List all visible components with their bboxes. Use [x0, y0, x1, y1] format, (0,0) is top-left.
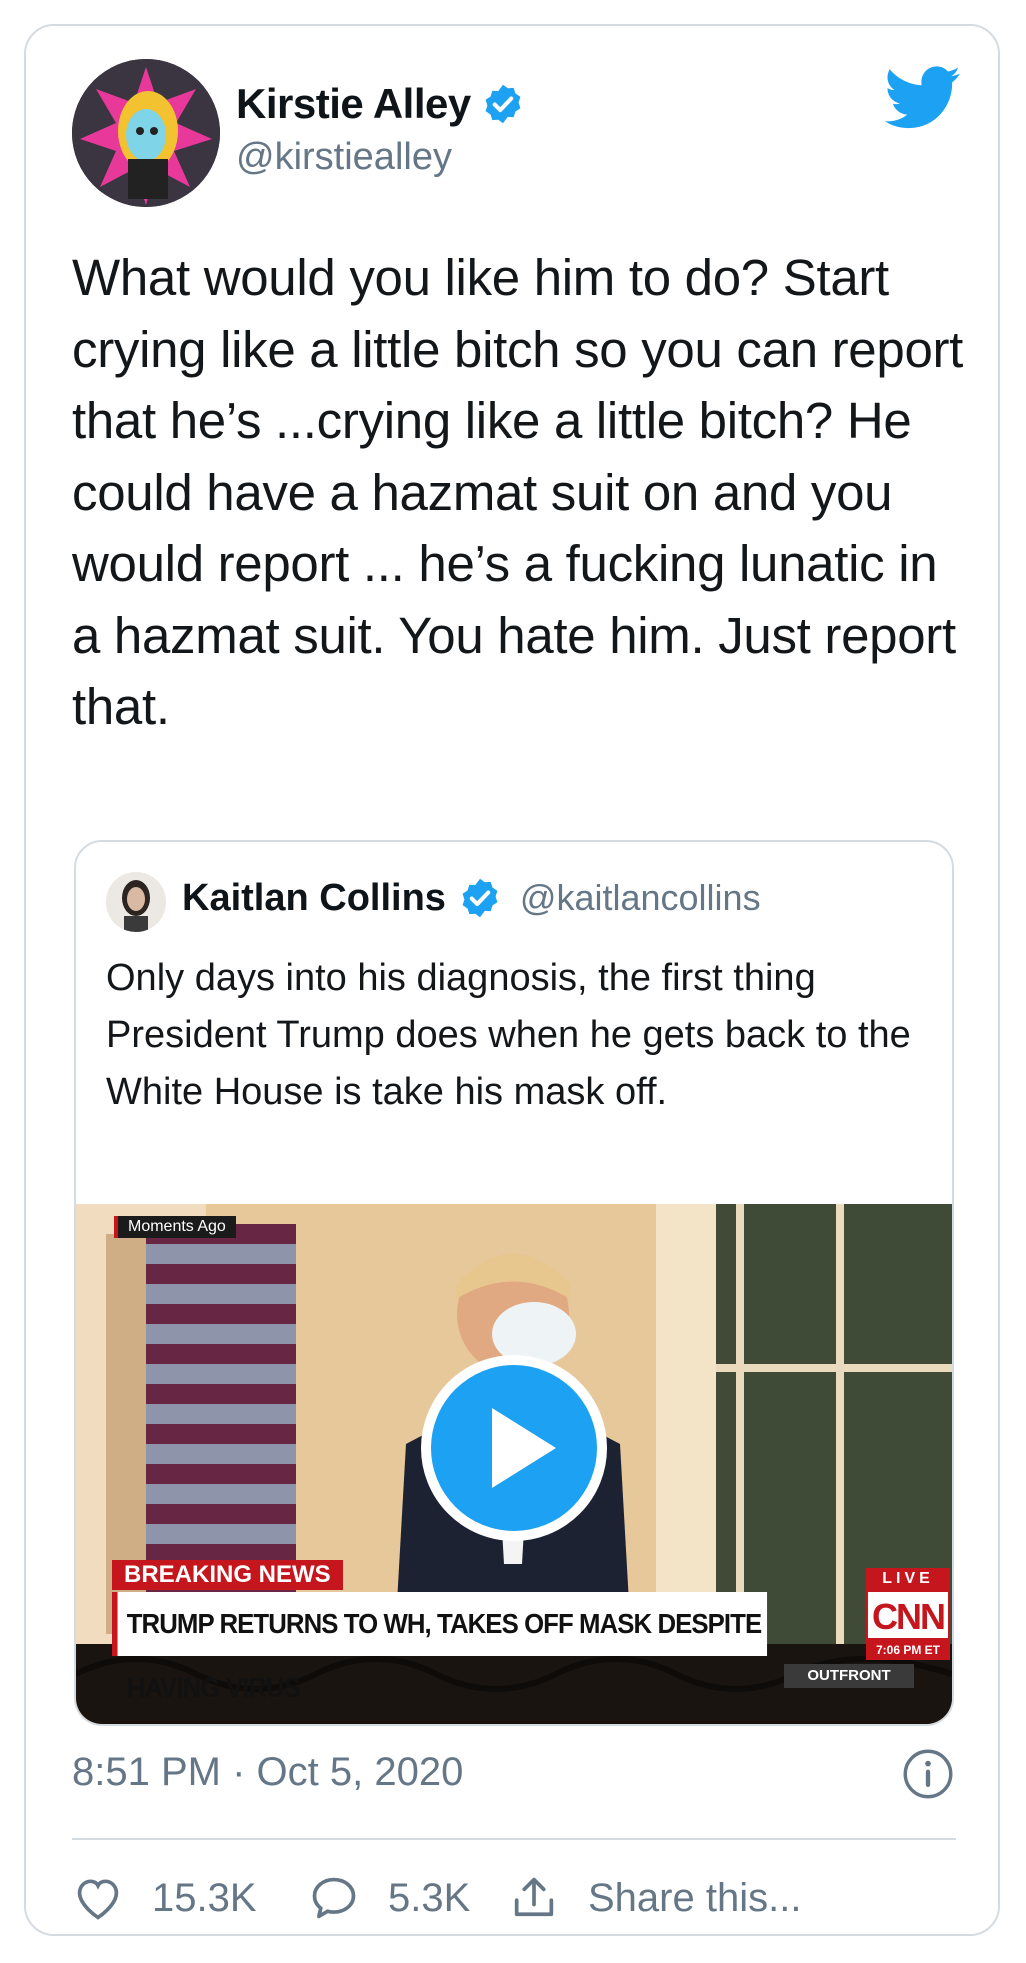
quoted-handle[interactable]: @kaitlancollins: [520, 877, 761, 919]
breaking-news-label: BREAKING NEWS: [112, 1560, 343, 1590]
news-lower-third: BREAKING NEWS TRUMP RETURNS TO WH, TAKES…: [112, 1560, 950, 1703]
live-label: LIVE: [866, 1568, 950, 1590]
cnn-logo: CNN: [866, 1590, 950, 1640]
share-button[interactable]: Share this...: [508, 1872, 801, 1924]
news-headline: TRUMP RETURNS TO WH, TAKES OFF MASK DESP…: [112, 1592, 768, 1703]
share-label: Share this...: [588, 1875, 802, 1920]
show-name-label: OUTFRONT: [784, 1664, 914, 1688]
info-icon[interactable]: [902, 1748, 954, 1800]
author-handle[interactable]: @kirstiealley: [236, 136, 452, 179]
author-display-name[interactable]: Kirstie Alley: [236, 80, 471, 128]
reply-button[interactable]: 5.3K: [308, 1872, 470, 1924]
tweet-card[interactable]: Kirstie Alley @kirstiealley What would y…: [24, 24, 1000, 1936]
video-player[interactable]: Moments Ago BREAKING NEWS TRUMP RETURNS …: [76, 1204, 952, 1724]
heart-icon: [77, 1879, 119, 1920]
avatar-illustration: [72, 59, 220, 207]
tweet-timestamp[interactable]: 8:51 PM · Oct 5, 2020: [72, 1750, 463, 1795]
verified-badge-icon: [462, 878, 498, 918]
share-upload-icon: [514, 1877, 554, 1917]
quoted-tweet[interactable]: Kaitlan Collins @kaitlancollins Only day…: [74, 840, 954, 1726]
network-bug: LIVE CNN 7:06 PM ET: [866, 1568, 950, 1678]
tweet-actions: 15.3K 5.3K Share this...: [72, 1872, 972, 1932]
verified-badge-icon: [485, 84, 521, 124]
moments-ago-label: Moments Ago: [114, 1216, 236, 1238]
quoted-tweet-text: Only days into his diagnosis, the first …: [106, 957, 911, 1113]
reply-count: 5.3K: [388, 1875, 471, 1920]
tweet-text: What would you like him to do? Start cry…: [72, 249, 964, 735]
divider: [72, 1838, 956, 1840]
play-icon[interactable]: [420, 1354, 608, 1542]
speech-bubble-icon: [312, 1877, 356, 1919]
quoted-avatar-illustration: [106, 872, 166, 932]
quoted-author-avatar[interactable]: [106, 872, 166, 932]
like-button[interactable]: 15.3K: [72, 1872, 257, 1924]
author-avatar[interactable]: [72, 59, 220, 207]
twitter-bird-icon[interactable]: [884, 66, 962, 130]
broadcast-time: 7:06 PM ET: [866, 1640, 950, 1660]
quoted-display-name[interactable]: Kaitlan Collins: [182, 877, 446, 920]
like-count: 15.3K: [152, 1875, 257, 1920]
